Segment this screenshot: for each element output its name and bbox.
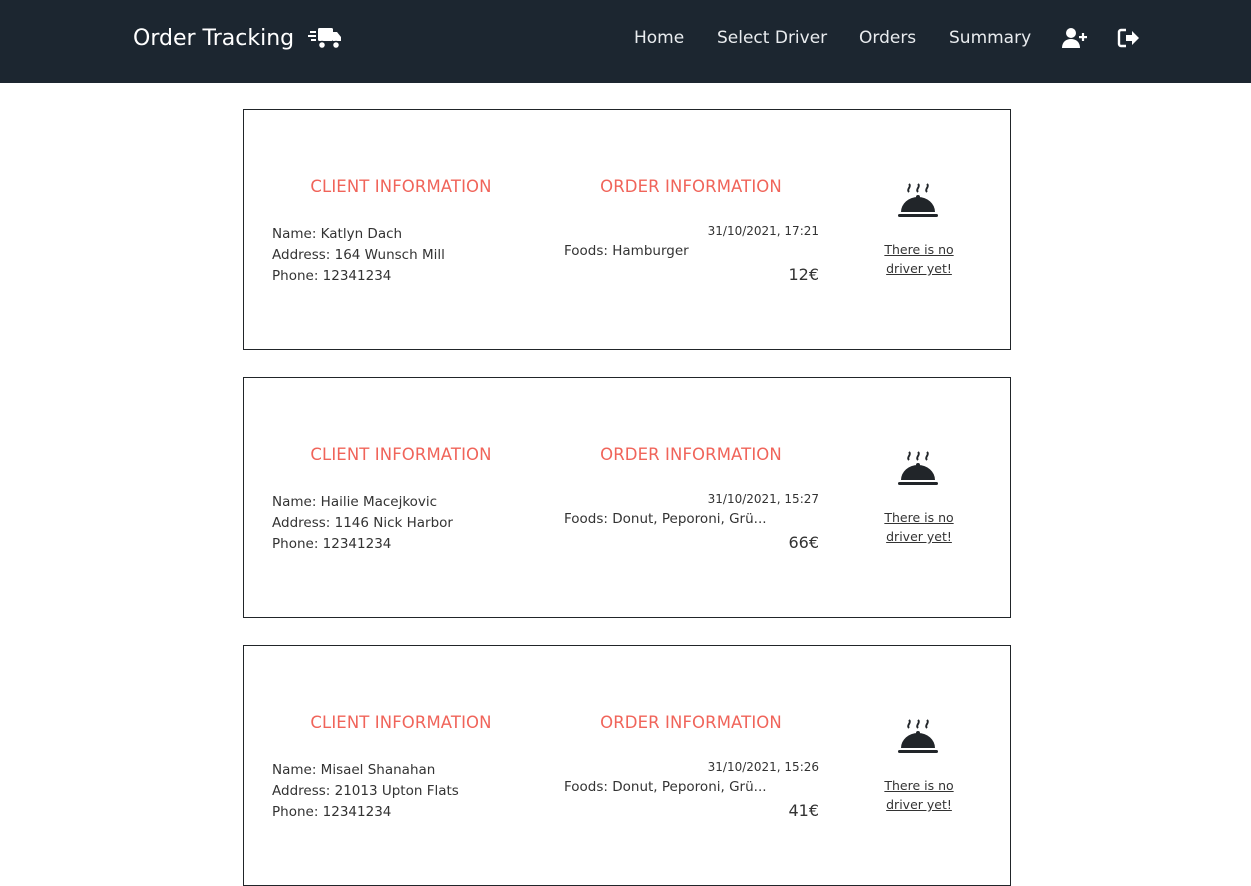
client-name: Name: Hailie Macejkovic	[272, 494, 438, 510]
order-info-title: ORDER INFORMATION	[600, 445, 782, 464]
client-name: Name: Katlyn Dach	[272, 226, 403, 242]
nav-select-driver[interactable]: Select Driver	[717, 28, 827, 48]
food-cloche-icon	[898, 451, 938, 485]
order-foods: Foods: Donut, Peporoni, Grü...	[564, 779, 767, 795]
client-info-title: CLIENT INFORMATION	[310, 713, 492, 732]
order-date: 31/10/2021, 15:27	[707, 492, 819, 506]
driver-status-link[interactable]: There is no driver yet!	[864, 508, 974, 546]
order-date: 31/10/2021, 15:26	[707, 760, 819, 774]
food-cloche-icon	[898, 719, 938, 753]
nav-orders[interactable]: Orders	[859, 28, 916, 48]
client-phone: Phone: 12341234	[272, 268, 392, 284]
client-phone: Phone: 12341234	[272, 536, 392, 552]
order-date: 31/10/2021, 17:21	[707, 224, 819, 238]
order-card: CLIENT INFORMATION Name: Misael Shanahan…	[243, 645, 1011, 886]
logout-icon[interactable]	[1117, 27, 1143, 49]
driver-status-link[interactable]: There is no driver yet!	[864, 240, 974, 278]
client-phone: Phone: 12341234	[272, 804, 392, 820]
order-info-title: ORDER INFORMATION	[600, 713, 782, 732]
client-info: Name: Katlyn Dach Address: 164 Wunsch Mi…	[272, 224, 445, 287]
top-navbar: Order Tracking Home Select Driver Orders…	[0, 0, 1251, 83]
client-info-title: CLIENT INFORMATION	[310, 177, 492, 196]
client-info: Name: Hailie Macejkovic Address: 1146 Ni…	[272, 492, 453, 555]
order-price: 12€	[788, 265, 819, 284]
order-foods: Foods: Donut, Peporoni, Grü...	[564, 511, 767, 527]
client-info: Name: Misael Shanahan Address: 21013 Upt…	[272, 760, 459, 823]
client-name: Name: Misael Shanahan	[272, 762, 436, 778]
client-address: Address: 21013 Upton Flats	[272, 783, 459, 799]
nav-summary[interactable]: Summary	[949, 28, 1031, 48]
order-price: 41€	[788, 801, 819, 820]
add-user-icon[interactable]	[1062, 27, 1088, 49]
driver-status-link[interactable]: There is no driver yet!	[864, 776, 974, 814]
nav-home[interactable]: Home	[634, 28, 684, 48]
order-card: CLIENT INFORMATION Name: Katlyn Dach Add…	[243, 109, 1011, 350]
food-cloche-icon	[898, 183, 938, 217]
order-foods: Foods: Hamburger	[564, 243, 689, 259]
client-address: Address: 164 Wunsch Mill	[272, 247, 445, 263]
order-price: 66€	[788, 533, 819, 552]
client-address: Address: 1146 Nick Harbor	[272, 515, 453, 531]
client-info-title: CLIENT INFORMATION	[310, 445, 492, 464]
order-info-title: ORDER INFORMATION	[600, 177, 782, 196]
order-card: CLIENT INFORMATION Name: Hailie Macejkov…	[243, 377, 1011, 618]
